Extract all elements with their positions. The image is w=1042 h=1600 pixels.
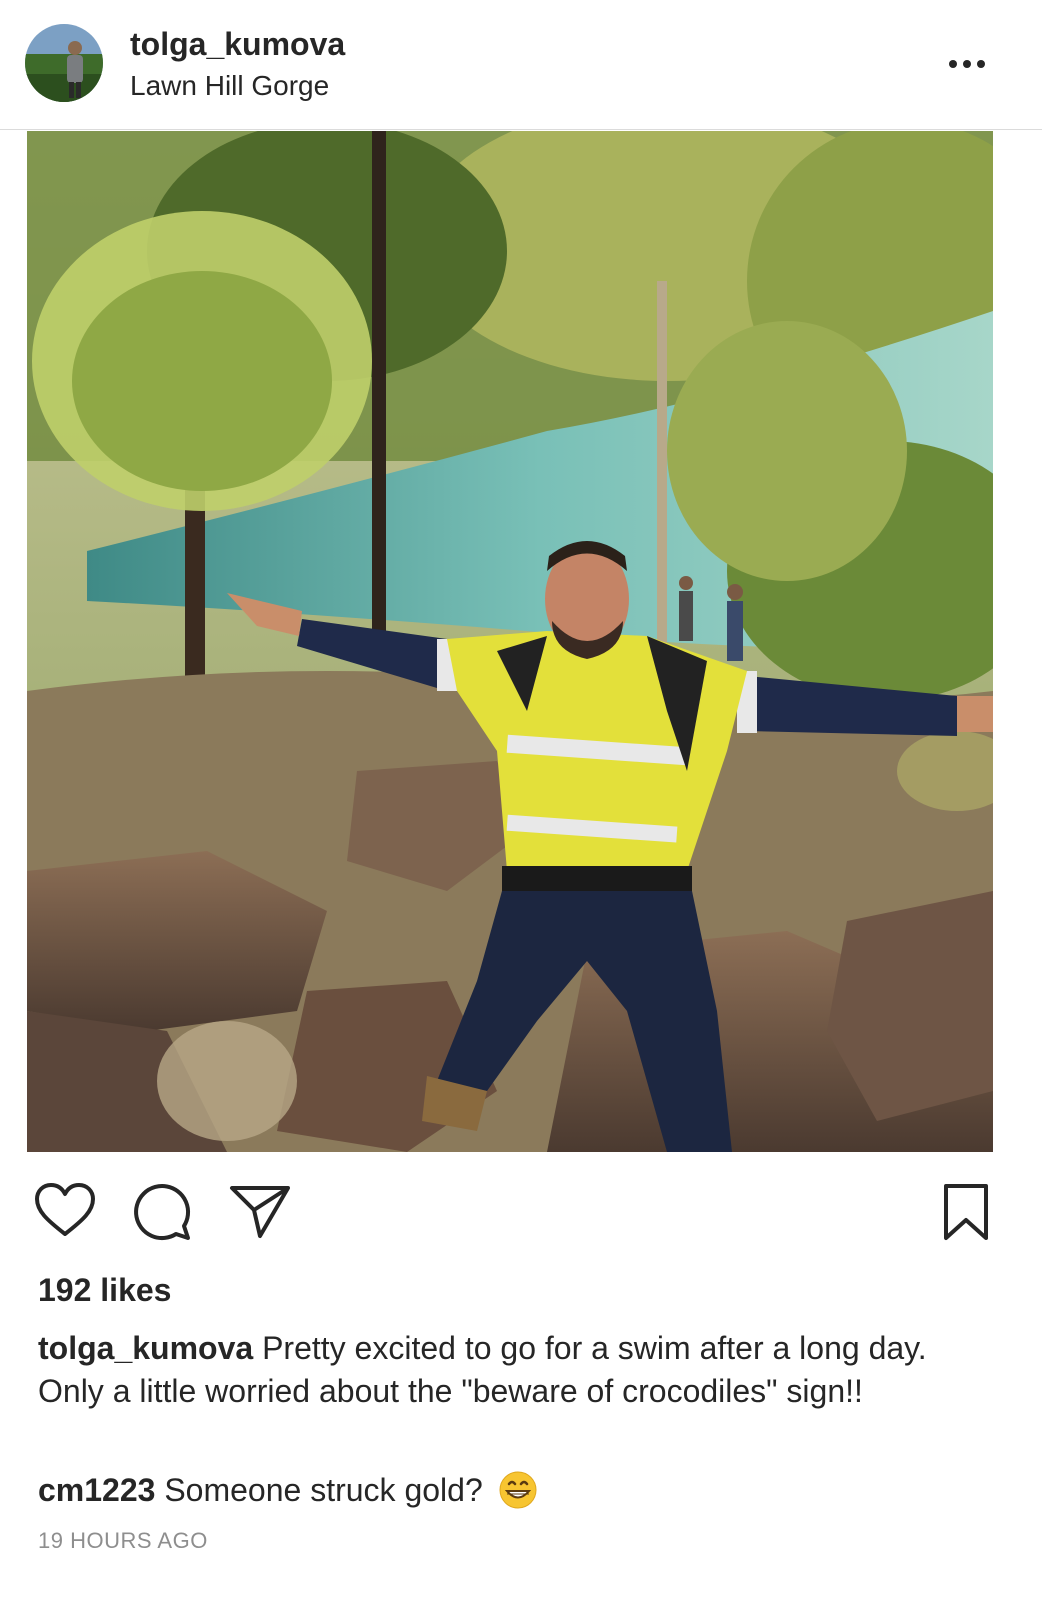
grinning-face-emoji: [498, 1470, 538, 1510]
share-icon[interactable]: [228, 1180, 292, 1244]
likes-count[interactable]: 192 likes: [38, 1272, 171, 1309]
caption-text-second-line: Only a little worried about the "beware …: [38, 1373, 863, 1409]
post-actions: [0, 1180, 1042, 1244]
post-username[interactable]: tolga_kumova: [130, 26, 345, 63]
more-options-icon[interactable]: [944, 50, 990, 78]
post-caption: tolga_kumova Pretty excited to go for a …: [38, 1328, 998, 1412]
post-header: tolga_kumova Lawn Hill Gorge: [0, 0, 1042, 130]
post-location[interactable]: Lawn Hill Gorge: [130, 70, 329, 102]
comment-username[interactable]: cm1223: [38, 1472, 155, 1508]
comment-text: Someone struck gold?: [164, 1472, 483, 1508]
comment: cm1223 Someone struck gold?: [38, 1470, 998, 1513]
heart-icon[interactable]: [33, 1180, 97, 1244]
caption-username[interactable]: tolga_kumova: [38, 1330, 253, 1366]
comment-icon[interactable]: [132, 1180, 196, 1244]
avatar[interactable]: [25, 24, 103, 102]
post-timestamp: 19 HOURS AGO: [38, 1528, 208, 1553]
bookmark-icon[interactable]: [934, 1180, 998, 1244]
caption-text: Pretty excited to go for a swim after a …: [262, 1330, 927, 1366]
post-photo[interactable]: [27, 131, 993, 1152]
